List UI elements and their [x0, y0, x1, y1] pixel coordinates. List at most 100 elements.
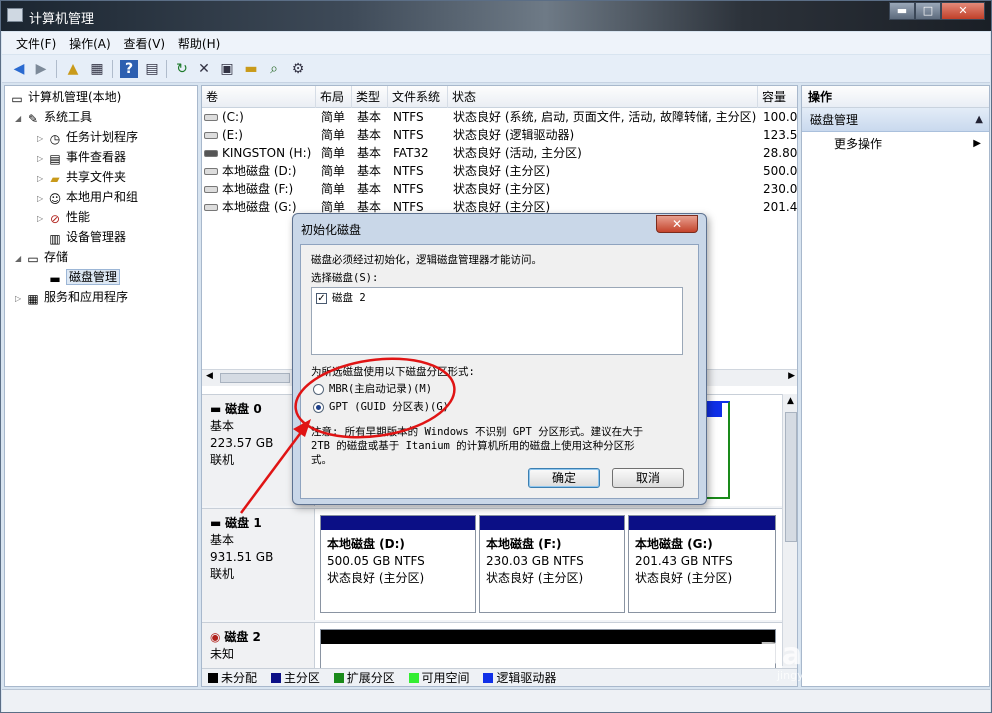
- expanded-arrow-icon[interactable]: ◢: [15, 250, 25, 268]
- volume-row[interactable]: KINGSTON (H:) 简单 基本 FAT32 状态良好 (活动, 主分区)…: [202, 144, 797, 162]
- open-folder-icon[interactable]: ▬: [242, 60, 260, 78]
- collapsed-arrow-icon[interactable]: ▷: [37, 170, 47, 188]
- tree-item-device-manager[interactable]: ▥ 设备管理器: [37, 228, 126, 246]
- primary-partition-bar: [480, 516, 624, 530]
- disk-checkbox[interactable]: ✓: [316, 293, 327, 304]
- volume-row[interactable]: (E:) 简单 基本 NTFS 状态良好 (逻辑驱动器) 123.5: [202, 126, 797, 144]
- tree-item-services-apps[interactable]: ▷ ▦ 服务和应用程序: [15, 288, 128, 306]
- partition-g[interactable]: 本地磁盘 (G:) 201.43 GB NTFS 状态良好 (主分区): [628, 515, 776, 613]
- collapsed-arrow-icon[interactable]: ▷: [37, 210, 47, 228]
- menu-file[interactable]: 文件(F): [2, 32, 63, 52]
- dialog-close-button[interactable]: ✕: [656, 215, 698, 233]
- console-tree-icon[interactable]: ▦: [88, 60, 106, 78]
- scroll-up-icon[interactable]: ▲: [787, 396, 794, 406]
- tree-item-system-tools[interactable]: ◢ ✎ 系统工具: [15, 108, 92, 126]
- legend-swatch-extended: [333, 673, 344, 683]
- gpt-radio[interactable]: [313, 402, 324, 413]
- actions-section-disk-management[interactable]: 磁盘管理 ▲: [802, 108, 989, 132]
- tree-item-local-users[interactable]: ▷ ☺ 本地用户和组: [37, 188, 138, 206]
- select-disk-label: 选择磁盘(S):: [311, 272, 379, 284]
- drive-icon: [204, 114, 218, 121]
- volume-row[interactable]: (C:) 简单 基本 NTFS 状态良好 (系统, 启动, 页面文件, 活动, …: [202, 108, 797, 126]
- disk-legend: 未分配 主分区 扩展分区 可用空间 逻辑驱动器: [202, 668, 797, 686]
- refresh-icon[interactable]: ↻: [173, 60, 191, 78]
- partition-f[interactable]: 本地磁盘 (F:) 230.03 GB NTFS 状态良好 (主分区): [479, 515, 625, 613]
- mbr-radio[interactable]: [313, 384, 324, 395]
- help-icon[interactable]: ?: [120, 60, 138, 78]
- partition-d[interactable]: 本地磁盘 (D:) 500.05 GB NTFS 状态良好 (主分区): [320, 515, 476, 613]
- legend-swatch-primary: [270, 673, 281, 683]
- ok-button[interactable]: 确定: [528, 468, 600, 488]
- window-controls: ▬ □ ✕: [889, 2, 985, 20]
- disk-icon: ▬: [210, 516, 222, 530]
- tree-item-task-scheduler[interactable]: ▷ ◷ 任务计划程序: [37, 128, 138, 146]
- collapsed-arrow-icon[interactable]: ▷: [37, 130, 47, 148]
- collapse-arrow-icon[interactable]: ▲: [975, 108, 983, 132]
- device-manager-icon: ▥: [49, 232, 61, 246]
- computer-management-window: 计算机管理 ▬ □ ✕ 文件(F) 操作(A) 查看(V) 帮助(H) ◀ ▶ …: [0, 0, 992, 713]
- tree-item-computer-management[interactable]: ▭ 计算机管理(本地): [9, 88, 121, 106]
- minimize-button[interactable]: ▬: [889, 2, 915, 20]
- search-icon[interactable]: ⌕: [265, 60, 283, 78]
- actions-header: 操作: [802, 86, 989, 108]
- menu-view[interactable]: 查看(V): [122, 32, 173, 52]
- column-volume[interactable]: 卷: [202, 86, 316, 108]
- gpt-option-label[interactable]: GPT (GUID 分区表)(G): [329, 400, 449, 414]
- column-type[interactable]: 类型: [352, 86, 388, 108]
- services-icon: ▦: [27, 292, 39, 306]
- hscroll-thumb[interactable]: [220, 373, 290, 383]
- tree-item-performance[interactable]: ▷ ⊘ 性能: [37, 208, 90, 226]
- performance-icon: ⊘: [49, 212, 61, 226]
- disk-select-list[interactable]: ✓ 磁盘 2: [311, 287, 683, 355]
- disk-item-label: 磁盘 2: [332, 292, 366, 304]
- initialize-disk-dialog: 初始化磁盘 ✕ 磁盘必须经过初始化，逻辑磁盘管理器才能访问。 选择磁盘(S): …: [292, 213, 707, 505]
- more-actions-item[interactable]: 更多操作 ▶: [802, 132, 989, 156]
- menu-bar: 文件(F) 操作(A) 查看(V) 帮助(H): [2, 32, 990, 54]
- scroll-left-icon[interactable]: ◀: [206, 371, 213, 381]
- collapsed-arrow-icon[interactable]: ▷: [37, 150, 47, 168]
- expanded-arrow-icon[interactable]: ◢: [15, 110, 25, 128]
- cancel-button[interactable]: 取消: [612, 468, 684, 488]
- mbr-option-label[interactable]: MBR(主启动记录)(M): [329, 382, 432, 396]
- disk-icon: ▬: [210, 402, 222, 416]
- toolbar-separator: [56, 60, 57, 78]
- settings-icon[interactable]: ⚙: [289, 60, 307, 78]
- delete-icon[interactable]: ✕: [195, 60, 213, 78]
- column-filesystem[interactable]: 文件系统: [388, 86, 448, 108]
- tree-item-storage[interactable]: ◢ ▭ 存储: [15, 248, 68, 266]
- up-folder-icon[interactable]: ▲: [64, 60, 82, 78]
- title-bar[interactable]: 计算机管理 ▬ □ ✕: [1, 1, 991, 31]
- disk-row-1[interactable]: ▬ 磁盘 1 基本 931.51 GB 联机 本地磁盘 (D:) 500.05 …: [202, 508, 782, 620]
- vscroll-thumb[interactable]: [785, 412, 797, 542]
- show-hide-icon[interactable]: ▤: [143, 60, 161, 78]
- collapsed-arrow-icon[interactable]: ▷: [15, 290, 25, 308]
- column-status[interactable]: 状态: [448, 86, 758, 108]
- column-capacity[interactable]: 容量: [758, 86, 797, 108]
- volume-row[interactable]: 本地磁盘 (F:) 简单 基本 NTFS 状态良好 (主分区) 230.0: [202, 180, 797, 198]
- collapsed-arrow-icon[interactable]: ▷: [37, 190, 47, 208]
- unallocated-space[interactable]: [320, 629, 776, 669]
- tree-item-event-viewer[interactable]: ▷ ▤ 事件查看器: [37, 148, 126, 166]
- tree-item-shared-folders[interactable]: ▷ ▰ 共享文件夹: [37, 168, 126, 186]
- forward-arrow-icon[interactable]: ▶: [32, 60, 50, 78]
- menu-help[interactable]: 帮助(H): [176, 32, 227, 52]
- properties-icon[interactable]: ▣: [218, 60, 236, 78]
- computer-icon: ▭: [11, 92, 23, 106]
- primary-partition-bar: [629, 516, 775, 530]
- tree-item-disk-management[interactable]: ▬ 磁盘管理: [37, 268, 121, 286]
- scroll-right-icon[interactable]: ▶: [788, 371, 795, 381]
- window-title: 计算机管理: [29, 12, 95, 27]
- maximize-button[interactable]: □: [915, 2, 941, 20]
- unallocated-bar: [321, 630, 775, 644]
- primary-partition-bar: [321, 516, 475, 530]
- volume-row[interactable]: 本地磁盘 (D:) 简单 基本 NTFS 状态良好 (主分区) 500.0: [202, 162, 797, 180]
- column-layout[interactable]: 布局: [316, 86, 352, 108]
- back-arrow-icon[interactable]: ◀: [10, 60, 28, 78]
- dialog-title: 初始化磁盘: [301, 223, 362, 237]
- close-button[interactable]: ✕: [941, 2, 985, 20]
- storage-icon: ▭: [27, 252, 39, 266]
- note-line-3: 式。: [311, 454, 332, 466]
- disk-row-2[interactable]: ◉ 磁盘 2 未知: [202, 622, 782, 669]
- menu-action[interactable]: 操作(A): [67, 32, 118, 52]
- disk-view-vscrollbar[interactable]: ▲: [782, 394, 797, 666]
